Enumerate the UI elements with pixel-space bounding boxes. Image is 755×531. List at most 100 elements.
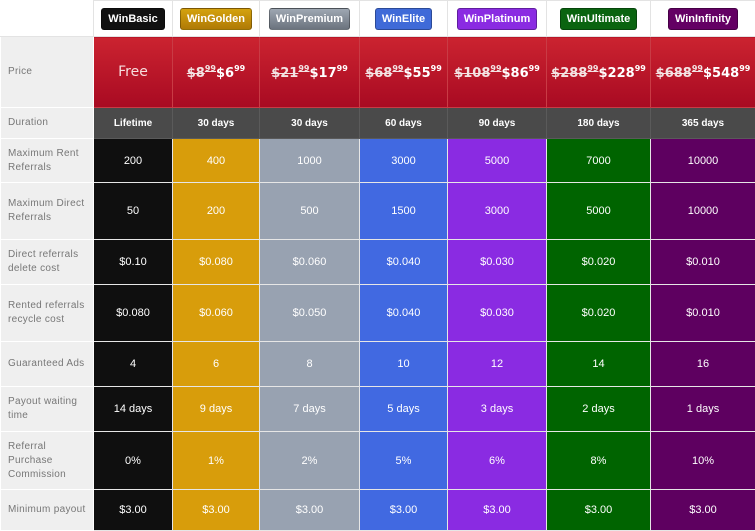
plan-header-wininfinity: WinInfinity: [651, 1, 755, 37]
value-cell: 10000: [651, 183, 755, 240]
plan-header-winbasic: WinBasic: [94, 1, 173, 37]
value-cell: 50: [94, 183, 173, 240]
row-label: Price: [1, 37, 94, 108]
feature-row: Referral Purchase Commission0%1%2%5%6%8%…: [1, 432, 755, 490]
value-cell: 8%: [547, 432, 651, 490]
feature-row: Maximum Direct Referrals5020050015003000…: [1, 183, 755, 240]
value-cell: $0.010: [651, 285, 755, 342]
value-cell: 5000: [448, 139, 547, 183]
old-price: $899: [187, 66, 216, 81]
duration-cell: Lifetime: [94, 108, 173, 139]
duration-row: Duration Lifetime 30 days 30 days 60 day…: [1, 108, 755, 139]
value-cell: 5000: [547, 183, 651, 240]
plan-badge[interactable]: WinInfinity: [668, 8, 738, 30]
membership-comparison-table: WinBasic WinGolden WinPremium WinElite W…: [0, 0, 755, 531]
value-cell: 3 days: [448, 387, 547, 432]
value-cell: 1000: [260, 139, 360, 183]
value-cell: 1500: [360, 183, 448, 240]
value-cell: $0.060: [173, 285, 260, 342]
value-cell: $0.080: [94, 285, 173, 342]
value-cell: $0.030: [448, 285, 547, 342]
old-price: $10899: [454, 66, 501, 81]
new-price: $8699: [502, 66, 540, 81]
value-cell: $3.00: [94, 490, 173, 531]
price-cell: $10899$8699: [448, 37, 547, 108]
plan-badge[interactable]: WinBasic: [101, 8, 164, 30]
old-price: $2199: [271, 66, 309, 81]
value-cell: 7 days: [260, 387, 360, 432]
value-cell: 500: [260, 183, 360, 240]
value-cell: $3.00: [360, 490, 448, 531]
new-price: $1799: [310, 66, 348, 81]
value-cell: 2 days: [547, 387, 651, 432]
price-row: Price Free $899$699 $2199$1799 $6899$559…: [1, 37, 755, 108]
value-cell: 6: [173, 342, 260, 387]
value-cell: 4: [94, 342, 173, 387]
plan-badge[interactable]: WinGolden: [180, 8, 252, 30]
old-price: $6899: [365, 66, 403, 81]
value-cell: $0.020: [547, 285, 651, 342]
value-cell: $3.00: [260, 490, 360, 531]
price-cell: $899$699: [173, 37, 260, 108]
row-label: Duration: [1, 108, 94, 139]
feature-row: Direct referrals delete cost$0.10$0.080 $…: [1, 240, 755, 285]
plan-header-winelite: WinElite: [360, 1, 448, 37]
value-cell: $0.080: [173, 240, 260, 285]
price-cell: $68899$54899: [651, 37, 755, 108]
row-label: Referral Purchase Commission: [1, 432, 94, 490]
value-cell: 7000: [547, 139, 651, 183]
plan-header-row: WinBasic WinGolden WinPremium WinElite W…: [1, 1, 755, 37]
value-cell: $0.040: [360, 240, 448, 285]
feature-row: Maximum Rent Referrals200400100030005000…: [1, 139, 755, 183]
value-cell: 8: [260, 342, 360, 387]
value-cell: $0.020: [547, 240, 651, 285]
value-cell: 2%: [260, 432, 360, 490]
plan-header-winultimate: WinUltimate: [547, 1, 651, 37]
value-cell: $0.030: [448, 240, 547, 285]
value-cell: 5 days: [360, 387, 448, 432]
plan-badge[interactable]: WinPlatinum: [457, 8, 538, 30]
value-cell: 200: [94, 139, 173, 183]
value-cell: 12: [448, 342, 547, 387]
value-cell: $3.00: [651, 490, 755, 531]
plan-header-winplatinum: WinPlatinum: [448, 1, 547, 37]
price-cell: Free: [94, 37, 173, 108]
row-label: Guaranteed Ads: [1, 342, 94, 387]
duration-cell: 180 days: [547, 108, 651, 139]
old-price: $68899: [656, 66, 703, 81]
plan-badge[interactable]: WinUltimate: [560, 8, 637, 30]
new-price: $5599: [404, 66, 442, 81]
value-cell: $0.050: [260, 285, 360, 342]
plan-header-winpremium: WinPremium: [260, 1, 360, 37]
value-cell: 1 days: [651, 387, 755, 432]
plan-badge[interactable]: WinElite: [375, 8, 432, 30]
feature-row: Minimum payout$3.00$3.00$3.00$3.00$3.00$…: [1, 490, 755, 531]
value-cell: $3.00: [547, 490, 651, 531]
value-cell: 1%: [173, 432, 260, 490]
plan-badge[interactable]: WinPremium: [269, 8, 350, 30]
value-cell: 0%: [94, 432, 173, 490]
duration-cell: 365 days: [651, 108, 755, 139]
value-cell: 14 days: [94, 387, 173, 432]
value-cell: 5%: [360, 432, 448, 490]
value-cell: 16: [651, 342, 755, 387]
value-cell: 3000: [360, 139, 448, 183]
price-cell: $2199$1799: [260, 37, 360, 108]
value-cell: 14: [547, 342, 651, 387]
value-cell: 200: [173, 183, 260, 240]
feature-row: Guaranteed Ads46810121416: [1, 342, 755, 387]
new-price: $54899: [703, 66, 750, 81]
corner-cell: [1, 1, 94, 37]
row-label: Direct referrals delete cost: [1, 240, 94, 285]
plan-header-wingolden: WinGolden: [173, 1, 260, 37]
value-cell: 6%: [448, 432, 547, 490]
value-cell: 10%: [651, 432, 755, 490]
duration-cell: 30 days: [173, 108, 260, 139]
value-cell: $0.10: [94, 240, 173, 285]
price-cell: $6899$5599: [360, 37, 448, 108]
value-cell: 400: [173, 139, 260, 183]
value-cell: 10000: [651, 139, 755, 183]
feature-row: Rented referrals recycle cost$0.080$0.06…: [1, 285, 755, 342]
row-label: Minimum payout: [1, 490, 94, 531]
duration-cell: 60 days: [360, 108, 448, 139]
